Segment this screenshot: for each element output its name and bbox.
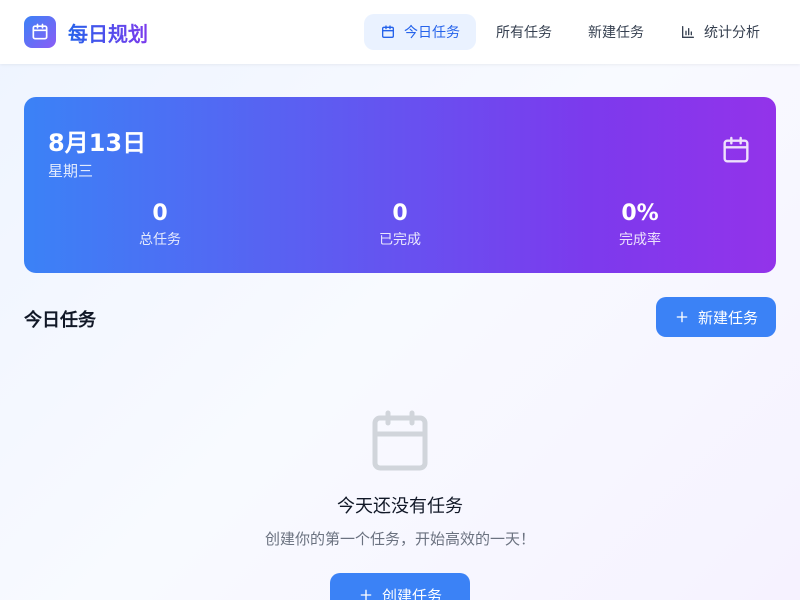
button-label: 新建任务 [697, 308, 758, 327]
nav-label: 所有任务 [496, 25, 552, 41]
nav-label: 今日任务 [404, 25, 460, 41]
stat-completed: 0 已完成 [300, 201, 500, 249]
today-summary-card: 8月13日 星期三 0 总任务 0 已完成 0% 完成率 [24, 97, 776, 273]
button-label: 创建任务 [381, 586, 442, 600]
main-nav: 今日任务 所有任务 新建任务 统计分析 [364, 14, 776, 50]
stat-label: 完成率 [619, 232, 661, 248]
nav-new-task[interactable]: 新建任务 [572, 14, 660, 50]
stat-value: 0 [392, 201, 408, 226]
calendar-icon [372, 410, 428, 471]
plus-icon [360, 589, 372, 600]
empty-state-description: 创建你的第一个任务，开始高效的一天！ [264, 530, 535, 548]
current-date: 8月13日 [48, 129, 147, 157]
app-logo[interactable] [24, 16, 56, 48]
stat-total-tasks: 0 总任务 [60, 201, 260, 249]
bar-chart-icon [682, 26, 694, 38]
stat-label: 已完成 [379, 232, 421, 248]
section-title: 今日任务 [24, 310, 96, 331]
nav-statistics[interactable]: 统计分析 [664, 14, 776, 50]
calendar-icon [723, 136, 749, 163]
calendar-icon [382, 25, 394, 38]
new-task-button[interactable]: 新建任务 [656, 297, 776, 337]
nav-label: 统计分析 [704, 25, 760, 41]
nav-all-tasks[interactable]: 所有任务 [480, 14, 568, 50]
create-task-button[interactable]: 创建任务 [330, 573, 470, 600]
empty-state-title: 今天还没有任务 [337, 496, 463, 517]
stat-label: 总任务 [139, 232, 181, 248]
plus-icon [676, 311, 688, 323]
stat-value: 0% [621, 201, 659, 226]
stat-completion-rate: 0% 完成率 [540, 201, 740, 249]
app-header: 每日规划 今日任务 所有任务 新建任务 统计分析 [0, 0, 800, 64]
nav-label: 新建任务 [588, 25, 644, 41]
stat-value: 0 [152, 201, 168, 226]
nav-today-tasks[interactable]: 今日任务 [364, 14, 476, 50]
current-weekday: 星期三 [48, 162, 94, 180]
calendar-icon [32, 23, 48, 40]
app-title: 每日规划 [68, 18, 148, 47]
